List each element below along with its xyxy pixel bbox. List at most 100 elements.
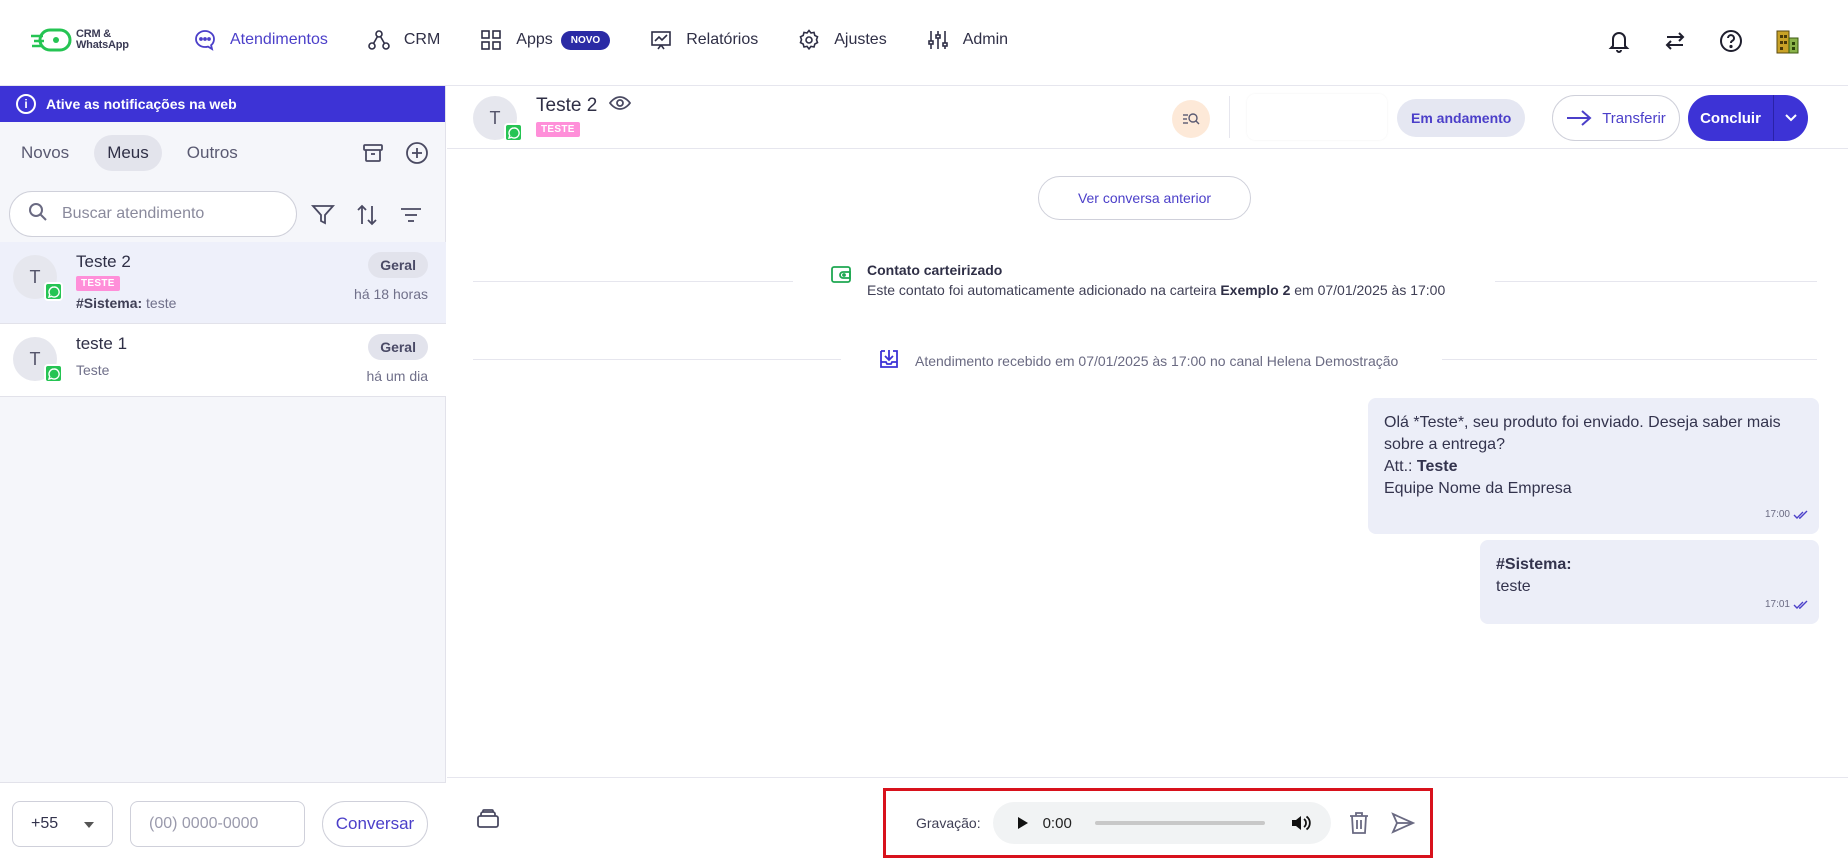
whatsapp-icon <box>44 364 63 383</box>
whatsapp-icon <box>504 123 523 142</box>
archive-icon[interactable] <box>359 139 387 167</box>
nav-label: CRM <box>403 31 441 48</box>
whatsapp-icon <box>44 282 63 301</box>
divider <box>473 281 793 282</box>
audio-time: 0:00 <box>1042 814 1072 832</box>
system-event-title: Contato carteirizado <box>867 262 1003 278</box>
eye-icon[interactable] <box>609 95 632 117</box>
nav-crm[interactable]: CRM <box>366 26 440 54</box>
audio-recording-panel: Gravação: 0:00 <box>883 788 1433 858</box>
phone-input[interactable] <box>130 801 305 847</box>
queue-badge: Geral <box>368 334 428 360</box>
conversation-list: T Teste 2 TESTE #Sistema: teste Geral há… <box>0 242 446 397</box>
search-icon <box>28 202 48 227</box>
send-icon[interactable] <box>1389 809 1417 837</box>
queue-badge: Geral <box>368 252 428 278</box>
nav-relatorios[interactable]: Relatórios <box>648 26 758 54</box>
system-event-text: Este contato foi automaticamente adicion… <box>867 282 1446 298</box>
bell-icon[interactable] <box>1604 24 1634 58</box>
trash-icon[interactable] <box>1345 809 1373 837</box>
start-conversation-button[interactable]: Conversar <box>322 801 428 847</box>
double-check-icon <box>1793 510 1808 519</box>
notification-banner[interactable]: i Ative as notificações na web <box>0 86 445 122</box>
logo-line-2: WhatsApp <box>76 39 129 51</box>
chat-panel: T Teste 2 TESTE Em andamento Transferir … <box>447 86 1848 860</box>
conversation-preview: Teste <box>76 362 110 378</box>
nav-label: Atendimentos <box>230 31 328 48</box>
tag-badge: TESTE <box>536 122 580 137</box>
message-time: 17:00 <box>1765 504 1809 526</box>
nav-ajustes[interactable]: Ajustes <box>796 26 887 54</box>
conversation-item[interactable]: T teste 1 Teste Geral há um dia <box>0 324 446 397</box>
header-placeholder <box>1247 94 1387 140</box>
filter-icon[interactable] <box>308 200 338 230</box>
conversations-panel: i Ative as notificações na web Novos Meu… <box>0 86 446 860</box>
message-composer: Gravação: 0:00 <box>447 777 1848 860</box>
transfer-button[interactable]: Transferir <box>1552 95 1680 141</box>
building-icon[interactable] <box>1772 24 1802 58</box>
tab-outros[interactable]: Outros <box>174 135 251 171</box>
system-event-text: Atendimento recebido em 07/01/2025 às 17… <box>915 352 1399 369</box>
swap-arrows-icon[interactable] <box>1660 24 1690 58</box>
chevron-down-icon[interactable] <box>1774 113 1808 123</box>
audio-player: 0:00 <box>992 802 1331 844</box>
double-check-icon <box>1793 600 1808 609</box>
volume-icon[interactable] <box>1289 811 1313 835</box>
conversation-name: Teste 2 <box>76 252 131 271</box>
message-search-button[interactable] <box>1172 100 1210 138</box>
message-bubble[interactable]: #Sistema: teste 17:01 <box>1480 540 1819 624</box>
search-row <box>0 184 445 244</box>
search-input[interactable] <box>62 205 262 223</box>
nav-label: Admin <box>962 31 1009 48</box>
audio-progress-bar[interactable] <box>1094 821 1265 825</box>
divider <box>1495 281 1817 282</box>
topbar-actions <box>1604 24 1802 58</box>
logo-icon <box>31 28 72 52</box>
system-event-wallet: Contato carteirizado Este contato foi au… <box>829 262 1445 298</box>
divider <box>1442 359 1817 360</box>
report-chart-icon <box>648 27 674 53</box>
gear-icon <box>796 27 822 53</box>
divider <box>473 359 841 360</box>
tag-badge: TESTE <box>76 276 120 291</box>
attachment-icon[interactable] <box>475 806 501 832</box>
conversation-preview: #Sistema: teste <box>76 295 177 311</box>
wallet-icon <box>829 262 853 291</box>
message-bubble[interactable]: Olá *Teste*, seu produto foi enviado. De… <box>1368 398 1819 534</box>
top-navbar: CRM & WhatsApp Atendimentos CRM Apps NOV… <box>0 0 1848 86</box>
inbox-download-icon <box>877 347 901 374</box>
search-list-icon <box>1183 113 1200 125</box>
chevron-down-icon <box>84 822 94 828</box>
tab-novos[interactable]: Novos <box>8 135 82 171</box>
nav-label: Apps <box>516 31 553 48</box>
nav-apps[interactable]: Apps NOVO <box>478 26 611 54</box>
nav-admin[interactable]: Admin <box>925 26 1008 54</box>
search-box[interactable] <box>9 191 297 237</box>
chat-bubble-icon <box>192 27 218 53</box>
notification-text: Ative as notificações na web <box>46 96 237 112</box>
nav-atendimentos[interactable]: Atendimentos <box>192 26 328 54</box>
sort-icon[interactable] <box>352 200 382 230</box>
conversation-tabs: Novos Meus Outros <box>0 122 445 184</box>
new-badge: NOVO <box>560 30 611 50</box>
conversation-time: há 18 horas <box>354 286 428 302</box>
contact-name[interactable]: Teste 2 <box>536 95 597 117</box>
message-time: 17:01 <box>1765 594 1809 616</box>
chat-header: T Teste 2 TESTE Em andamento Transferir … <box>447 86 1848 149</box>
crm-nodes-icon <box>366 27 392 53</box>
previous-conversation-button[interactable]: Ver conversa anterior <box>1038 176 1251 220</box>
apps-grid-icon <box>478 27 504 53</box>
list-filter-icon[interactable] <box>396 200 426 230</box>
country-code-select[interactable]: +55 <box>12 801 113 847</box>
system-event-received: Atendimento recebido em 07/01/2025 às 17… <box>877 347 1398 374</box>
main-nav: Atendimentos CRM Apps NOVO Relatórios Aj… <box>192 26 1046 54</box>
conclude-button[interactable]: Concluir <box>1688 95 1808 141</box>
help-icon[interactable] <box>1716 24 1746 58</box>
sliders-icon <box>925 27 951 53</box>
add-circle-icon[interactable] <box>403 139 431 167</box>
conversation-item[interactable]: T Teste 2 TESTE #Sistema: teste Geral há… <box>0 242 446 324</box>
app-logo[interactable]: CRM & WhatsApp <box>30 27 129 53</box>
tab-meus[interactable]: Meus <box>94 135 162 171</box>
divider <box>1229 96 1230 138</box>
play-icon[interactable] <box>1013 813 1033 833</box>
